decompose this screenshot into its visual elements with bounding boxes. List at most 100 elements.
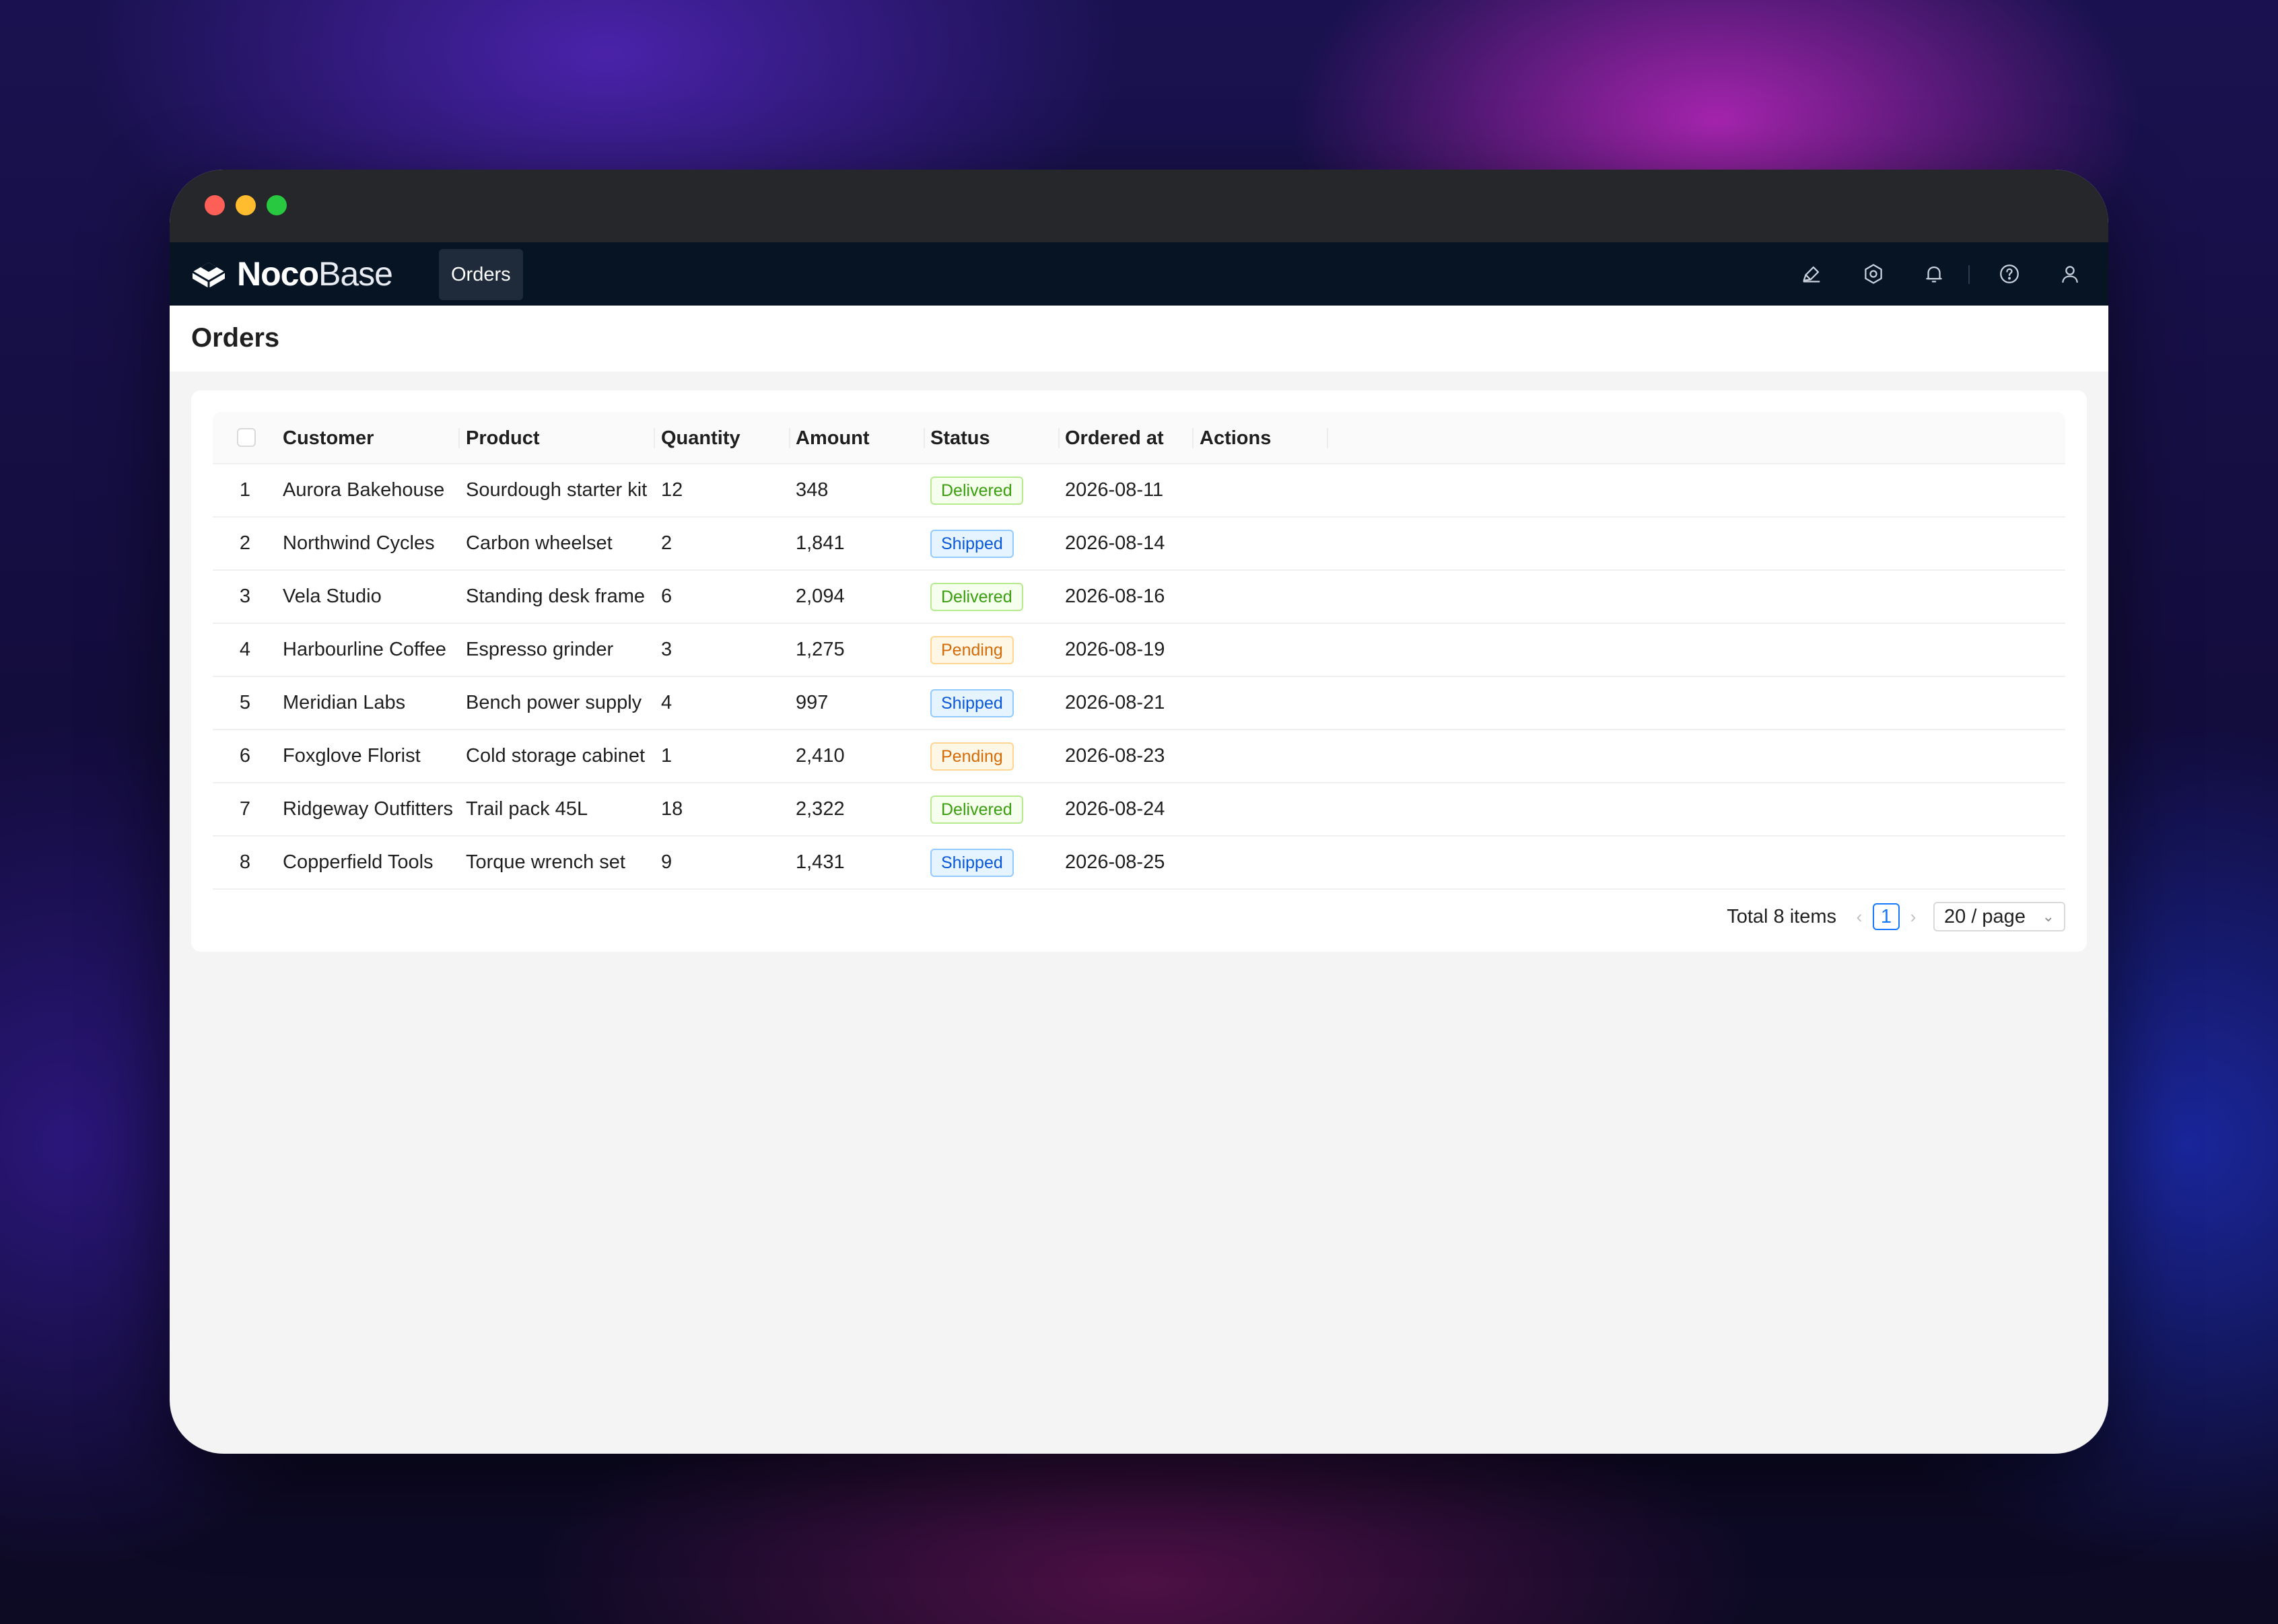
amount-cell: 2,410	[796, 745, 845, 767]
minimize-window-button[interactable]	[236, 195, 256, 215]
page-size-select[interactable]: 20 / page ⌄	[1933, 902, 2065, 931]
quantity-cell: 2	[661, 532, 672, 554]
column-header-actions: Actions	[1200, 427, 1272, 449]
column-header-amount[interactable]: Amount	[796, 412, 870, 464]
row-index: 8	[239, 851, 251, 873]
quantity-cell: 9	[661, 851, 672, 873]
nocobase-logo[interactable]: NocoBase	[188, 255, 393, 293]
product-cell: Cold storage cabinet	[466, 745, 645, 767]
page-title: Orders	[191, 323, 280, 353]
chevron-right-icon[interactable]: ›	[1904, 907, 1923, 927]
amount-cell: 348	[796, 479, 829, 501]
table-row[interactable]: 6 Foxglove Florist Cold storage cabinet …	[213, 730, 2065, 783]
quantity-cell: 3	[661, 639, 672, 660]
row-index: 3	[239, 586, 251, 607]
help-icon[interactable]	[1995, 260, 2024, 288]
ordered-at-cell: 2026-08-24	[1065, 798, 1165, 820]
row-index: 2	[239, 532, 251, 554]
bell-icon[interactable]	[1920, 260, 1948, 288]
orders-table-card: Customer Product Quantity Amount Status …	[191, 390, 2087, 952]
select-all-checkbox[interactable]	[237, 428, 256, 447]
ordered-at-cell: 2026-08-11	[1065, 479, 1164, 501]
logo-icon	[192, 262, 226, 288]
status-badge: Delivered	[930, 796, 1023, 824]
amount-cell: 1,275	[796, 639, 845, 660]
column-divider	[654, 428, 655, 448]
column-divider	[789, 428, 790, 448]
row-index: 7	[239, 798, 251, 820]
status-badge: Shipped	[930, 689, 1014, 717]
column-header-quantity[interactable]: Quantity	[661, 412, 740, 464]
customer-cell: Copperfield Tools	[283, 851, 434, 873]
amount-cell: 1,841	[796, 532, 845, 554]
row-index: 5	[239, 692, 251, 713]
close-window-button[interactable]	[205, 195, 225, 215]
status-badge: Shipped	[930, 849, 1014, 877]
quantity-cell: 1	[661, 745, 672, 767]
quantity-cell: 6	[661, 586, 672, 607]
status-badge: Shipped	[930, 530, 1014, 558]
page-size-value: 20 / page	[1944, 906, 2026, 927]
toolbar-divider	[1968, 265, 1970, 284]
logo-text-base: Base	[318, 255, 393, 293]
customer-cell: Harbourline Coffee	[283, 639, 446, 660]
ordered-at-cell: 2026-08-23	[1065, 745, 1165, 767]
column-divider	[458, 428, 460, 448]
orders-table: Customer Product Quantity Amount Status …	[213, 412, 2065, 890]
column-header-product[interactable]: Product	[466, 412, 540, 464]
column-header-ordered-at[interactable]: Ordered at	[1065, 412, 1164, 464]
column-divider	[1192, 428, 1194, 448]
logo-text-noco: Noco	[237, 255, 319, 293]
column-header-customer[interactable]: Customer	[283, 412, 374, 464]
product-cell: Carbon wheelset	[466, 532, 613, 554]
table-row[interactable]: 4 Harbourline Coffee Espresso grinder 3 …	[213, 624, 2065, 677]
ordered-at-cell: 2026-08-25	[1065, 851, 1165, 873]
pagination: Total 8 items ‹ 1 › 20 / page ⌄	[1727, 902, 2065, 931]
row-index: 1	[239, 479, 251, 501]
table-row[interactable]: 2 Northwind Cycles Carbon wheelset 2 1,8…	[213, 518, 2065, 571]
status-badge: Delivered	[930, 476, 1023, 505]
product-cell: Torque wrench set	[466, 851, 625, 873]
ordered-at-cell: 2026-08-14	[1065, 532, 1165, 554]
customer-cell: Vela Studio	[283, 586, 382, 607]
brush-icon[interactable]	[1797, 260, 1826, 288]
customer-cell: Aurora Bakehouse	[283, 479, 445, 501]
page-button-1[interactable]: 1	[1873, 903, 1900, 930]
pagination-total: Total 8 items	[1727, 905, 1836, 927]
table-row[interactable]: 5 Meridian Labs Bench power supply 4 997…	[213, 677, 2065, 730]
customer-cell: Northwind Cycles	[283, 532, 435, 554]
column-header-status[interactable]: Status	[930, 412, 990, 464]
table-row[interactable]: 7 Ridgeway Outfitters Trail pack 45L 18 …	[213, 783, 2065, 837]
table-row[interactable]: 1 Aurora Bakehouse Sourdough starter kit…	[213, 464, 2065, 518]
product-cell: Standing desk frame	[466, 586, 645, 607]
quantity-cell: 18	[661, 798, 683, 820]
customer-cell: Meridian Labs	[283, 692, 406, 713]
product-cell: Sourdough starter kit	[466, 479, 648, 501]
app-window: NocoBase Orders Orders Customer Product …	[170, 170, 2108, 1454]
row-index: 4	[239, 639, 251, 660]
quantity-cell: 12	[661, 479, 683, 501]
ordered-at-cell: 2026-08-19	[1065, 639, 1165, 660]
quantity-cell: 4	[661, 692, 672, 713]
amount-cell: 997	[796, 692, 829, 713]
customer-cell: Foxglove Florist	[283, 745, 421, 767]
product-cell: Bench power supply	[466, 692, 642, 713]
user-icon[interactable]	[2056, 260, 2084, 288]
row-index: 6	[239, 745, 251, 767]
amount-cell: 1,431	[796, 851, 845, 873]
table-row[interactable]: 3 Vela Studio Standing desk frame 6 2,09…	[213, 571, 2065, 624]
nav-tab-orders[interactable]: Orders	[439, 249, 523, 300]
column-divider	[1058, 428, 1060, 448]
column-divider	[1327, 428, 1328, 448]
status-badge: Delivered	[930, 583, 1023, 611]
maximize-window-button[interactable]	[267, 195, 287, 215]
chevron-left-icon[interactable]: ‹	[1850, 907, 1869, 927]
column-divider	[924, 428, 925, 448]
chevron-down-icon: ⌄	[2042, 908, 2055, 925]
status-badge: Pending	[930, 742, 1014, 771]
page-header: Orders	[170, 306, 2108, 372]
product-cell: Trail pack 45L	[466, 798, 588, 820]
table-row[interactable]: 8 Copperfield Tools Torque wrench set 9 …	[213, 837, 2065, 890]
gear-icon[interactable]	[1859, 260, 1888, 288]
status-badge: Pending	[930, 636, 1014, 664]
